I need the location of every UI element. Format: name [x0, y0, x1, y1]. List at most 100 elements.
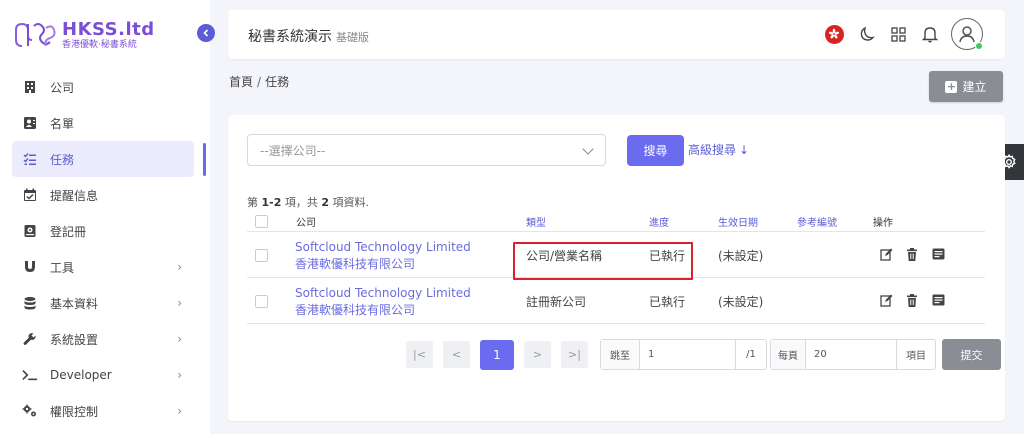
- wrench-icon: [22, 331, 38, 347]
- user-icon: [959, 26, 975, 43]
- company-cell[interactable]: Softcloud Technology Limited 香港軟優科技有限公司: [295, 239, 471, 273]
- brand-title: HKSS.ltd: [62, 19, 155, 40]
- column-header-progress[interactable]: 進度: [649, 214, 669, 229]
- column-header-type[interactable]: 類型: [526, 214, 546, 229]
- sidebar-item-label: 基本資料: [50, 296, 99, 311]
- create-button[interactable]: + 建立: [929, 71, 1003, 102]
- first-page-button[interactable]: |<: [406, 341, 433, 368]
- company-name-en[interactable]: Softcloud Technology Limited: [295, 239, 471, 255]
- search-button[interactable]: 搜尋: [627, 135, 684, 166]
- sidebar-collapse-button[interactable]: [197, 24, 215, 42]
- sidebar-item-label: 系統設置: [50, 332, 99, 347]
- sidebar-item-label: 名單: [50, 116, 75, 131]
- column-header-effective-date[interactable]: 生效日期: [718, 214, 758, 229]
- user-avatar[interactable]: [951, 18, 983, 50]
- database-icon: [22, 295, 38, 311]
- edition-label: 基礎版: [336, 31, 369, 44]
- company-name-en[interactable]: Softcloud Technology Limited: [295, 285, 471, 301]
- sidebar-item-label: Developer: [50, 368, 112, 382]
- chevron-right-icon: ›: [177, 260, 182, 274]
- current-page-button[interactable]: 1: [480, 339, 514, 370]
- note-icon[interactable]: [931, 247, 945, 261]
- note-icon[interactable]: [931, 293, 945, 307]
- active-indicator: [203, 143, 206, 176]
- jump-page-input[interactable]: 1: [640, 340, 736, 369]
- calendar-check-icon: [22, 187, 38, 203]
- column-header-company[interactable]: 公司: [296, 214, 316, 229]
- record-suffix: 項資料.: [332, 196, 370, 209]
- edit-icon[interactable]: [879, 247, 893, 261]
- sidebar-item-basic-data[interactable]: 基本資料 ›: [12, 285, 194, 321]
- chevron-right-icon: ›: [177, 332, 182, 346]
- advanced-search-label: 高級搜尋: [688, 143, 737, 157]
- sidebar: HKSS.ltd 香港優軟·秘書系統 公司 名單 任務 提醒信息 登記冊 工具 …: [0, 0, 210, 434]
- hkss-logo-icon: [15, 22, 56, 47]
- trash-icon[interactable]: [905, 293, 919, 307]
- register-book-icon: [22, 223, 38, 239]
- online-status-dot: [975, 42, 983, 50]
- select-all-checkbox[interactable]: [255, 215, 268, 228]
- apps-grid-button[interactable]: [883, 18, 913, 50]
- breadcrumb-current: 任務: [265, 75, 290, 89]
- edit-icon[interactable]: [879, 293, 893, 307]
- column-header-operations: 操作: [873, 218, 893, 229]
- bell-icon: [922, 26, 938, 42]
- record-middle: 項，共: [284, 196, 318, 209]
- company-name-zh[interactable]: 香港軟優科技有限公司: [295, 255, 471, 273]
- sidebar-item-reminders[interactable]: 提醒信息: [12, 177, 194, 213]
- chevron-left-icon: [203, 29, 209, 37]
- top-header: 秘書系統演示 基礎版: [228, 10, 1005, 59]
- magnet-icon: [22, 259, 38, 275]
- record-range: 1-2: [261, 196, 282, 209]
- notifications-button[interactable]: [915, 18, 945, 50]
- brand-text: HKSS.ltd 香港優軟·秘書系統: [62, 21, 155, 51]
- breadcrumb-separator: /: [257, 75, 262, 89]
- brand-subtitle: 香港優軟·秘書系統: [62, 40, 137, 50]
- company-cell[interactable]: Softcloud Technology Limited 香港軟優科技有限公司: [295, 285, 471, 319]
- breadcrumb-home-link[interactable]: 首頁: [229, 75, 253, 89]
- row-actions: [879, 247, 957, 261]
- hong-kong-flag-icon: [824, 24, 844, 44]
- sidebar-item-system-settings[interactable]: 系統設置 ›: [12, 321, 194, 357]
- jump-to-page: 跳至 1 /1: [600, 339, 767, 370]
- header-actions: [817, 18, 983, 50]
- brand-logo[interactable]: HKSS.ltd 香港優軟·秘書系統: [12, 18, 155, 54]
- task-list-card: --選擇公司-- 搜尋 高級搜尋 ↓ 第 1-2 項，共 2 項資料. 公司 類型…: [228, 115, 1005, 421]
- breadcrumb: 首頁 / 任務: [229, 73, 289, 90]
- sidebar-item-permissions[interactable]: 權限控制 ›: [12, 393, 194, 429]
- trash-icon[interactable]: [905, 247, 919, 261]
- sidebar-item-label: 提醒信息: [50, 188, 99, 203]
- sidebar-item-tasks[interactable]: 任務: [12, 141, 194, 177]
- table-header: 公司 類型 進度 生效日期 參考編號 操作: [247, 212, 985, 232]
- per-page-input[interactable]: 20: [806, 340, 897, 369]
- prev-page-button[interactable]: <: [443, 341, 470, 368]
- theme-toggle-button[interactable]: [851, 18, 881, 50]
- record-summary: 第 1-2 項，共 2 項資料.: [247, 194, 369, 210]
- last-page-button[interactable]: >|: [561, 341, 588, 368]
- row-checkbox[interactable]: [255, 249, 268, 262]
- sidebar-item-company[interactable]: 公司: [12, 69, 194, 105]
- advanced-search-link[interactable]: 高級搜尋 ↓: [688, 141, 749, 158]
- sidebar-item-developer[interactable]: Developer ›: [12, 357, 194, 393]
- next-page-button[interactable]: >: [524, 341, 551, 368]
- row-checkbox[interactable]: [255, 295, 268, 308]
- company-select[interactable]: --選擇公司--: [247, 134, 606, 166]
- per-page-suffix: 項目: [906, 351, 926, 362]
- chevron-right-icon: ›: [177, 368, 182, 382]
- sidebar-item-roster[interactable]: 名單: [12, 105, 194, 141]
- column-header-reference[interactable]: 參考編號: [797, 214, 837, 229]
- cogs-icon: [22, 403, 38, 419]
- page-title: 秘書系統演示 基礎版: [248, 26, 369, 46]
- sidebar-item-label: 任務: [50, 152, 75, 167]
- company-name-zh[interactable]: 香港軟優科技有限公司: [295, 301, 471, 319]
- sidebar-item-label: 工具: [50, 260, 75, 275]
- jump-label: 跳至: [601, 340, 640, 369]
- submit-button[interactable]: 提交: [942, 339, 1001, 370]
- per-page-label: 每頁: [771, 340, 806, 369]
- record-total: 2: [321, 196, 330, 209]
- language-switch-button[interactable]: [819, 18, 849, 50]
- sidebar-item-register[interactable]: 登記冊: [12, 213, 194, 249]
- effective-date-cell: (未設定): [718, 295, 764, 309]
- sidebar-item-tools[interactable]: 工具 ›: [12, 249, 194, 285]
- effective-date-cell: (未設定): [718, 249, 764, 263]
